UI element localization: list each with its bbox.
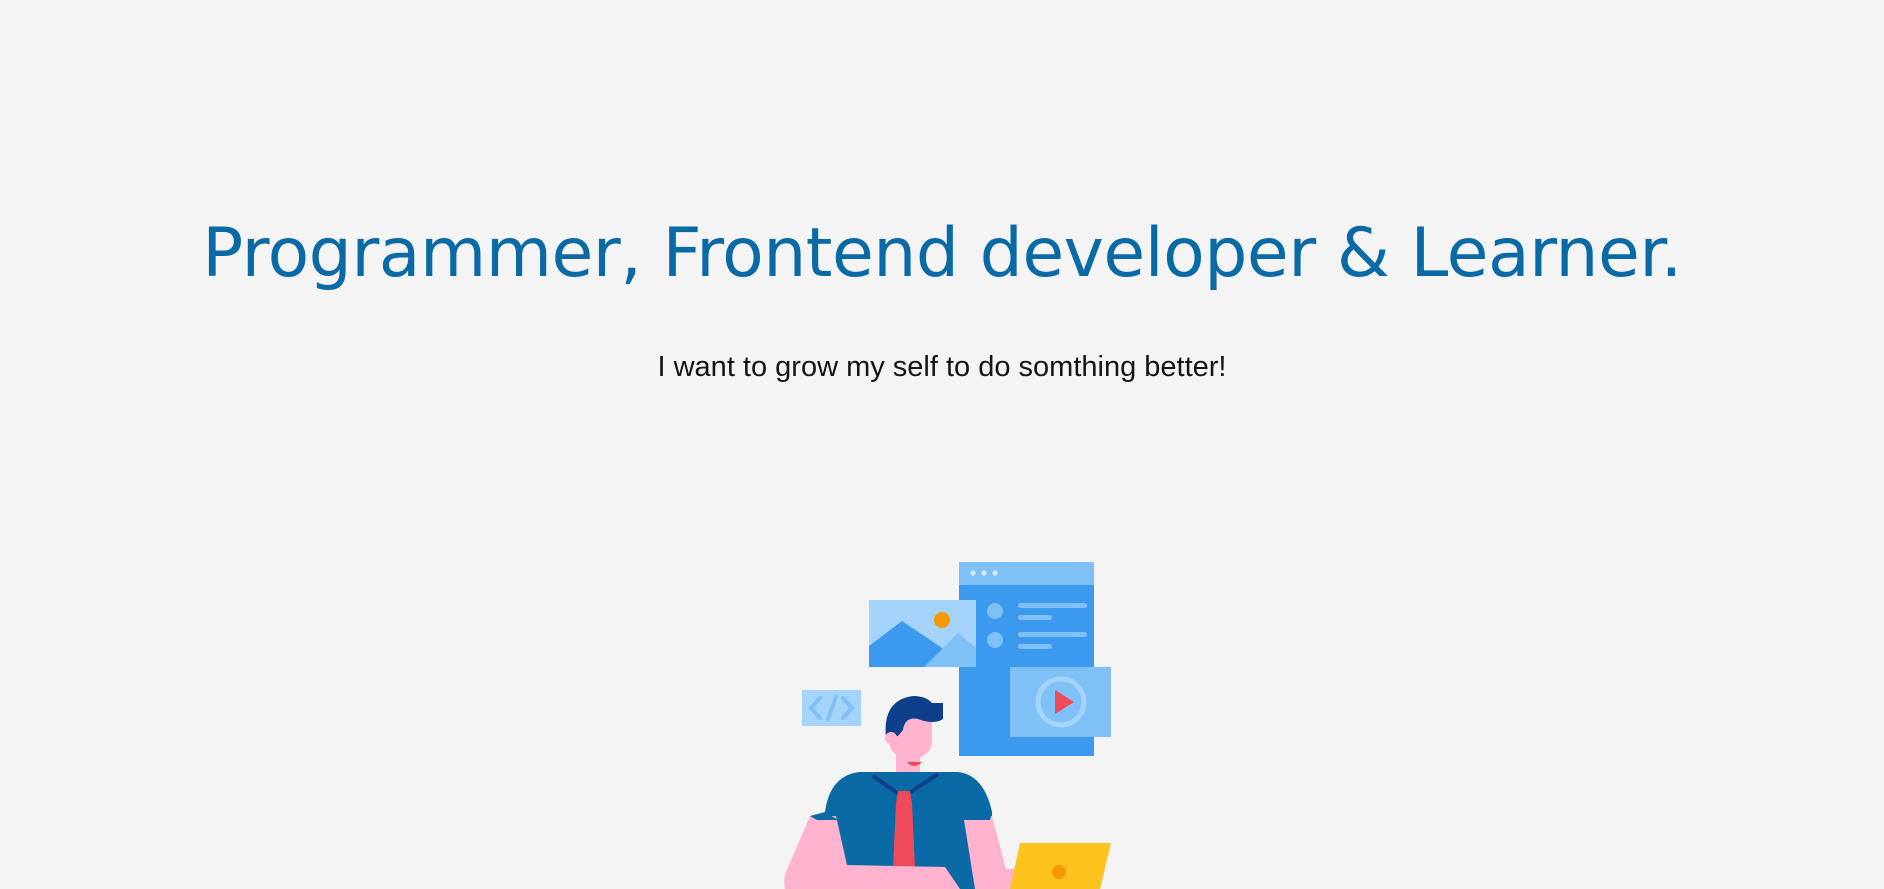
hero-subtitle: I want to grow my self to do somthing be… — [657, 351, 1227, 383]
video-card-icon — [1010, 667, 1111, 737]
hero-headline: Programmer, Frontend developer & Learner… — [202, 214, 1682, 293]
code-tag-icon — [802, 690, 861, 726]
developer-illustration — [784, 562, 1111, 889]
laptop-icon — [1010, 843, 1111, 889]
image-card-icon — [869, 600, 976, 667]
hero-section: Programmer, Frontend developer & Learner… — [0, 0, 1884, 889]
